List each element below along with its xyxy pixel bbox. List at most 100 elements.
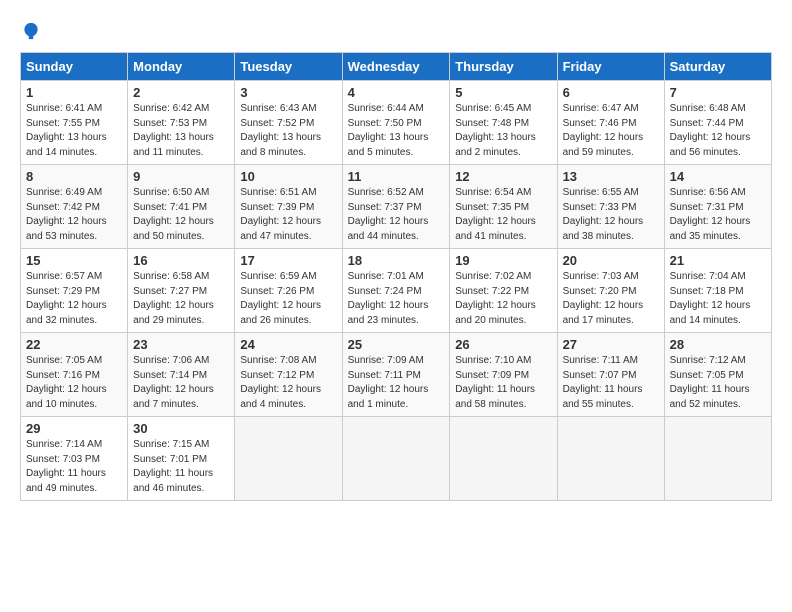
day-number: 12	[455, 169, 551, 184]
day-number: 20	[563, 253, 659, 268]
weekday-header-thursday: Thursday	[450, 53, 557, 81]
day-number: 10	[240, 169, 336, 184]
cell-content: Sunrise: 6:41 AM Sunset: 7:55 PM Dayligh…	[26, 102, 122, 160]
cell-content: Sunrise: 6:55 AM Sunset: 7:33 PM Dayligh…	[563, 186, 659, 244]
calendar-cell	[342, 417, 450, 501]
calendar-cell: 26Sunrise: 7:10 AM Sunset: 7:09 PM Dayli…	[450, 333, 557, 417]
cell-content: Sunrise: 7:12 AM Sunset: 7:05 PM Dayligh…	[670, 354, 766, 412]
calendar: SundayMondayTuesdayWednesdayThursdayFrid…	[20, 52, 772, 501]
cell-content: Sunrise: 6:43 AM Sunset: 7:52 PM Dayligh…	[240, 102, 336, 160]
cell-content: Sunrise: 6:59 AM Sunset: 7:26 PM Dayligh…	[240, 270, 336, 328]
cell-content: Sunrise: 6:56 AM Sunset: 7:31 PM Dayligh…	[670, 186, 766, 244]
cell-content: Sunrise: 6:54 AM Sunset: 7:35 PM Dayligh…	[455, 186, 551, 244]
day-number: 26	[455, 337, 551, 352]
day-number: 19	[455, 253, 551, 268]
day-number: 5	[455, 85, 551, 100]
cell-content: Sunrise: 6:50 AM Sunset: 7:41 PM Dayligh…	[133, 186, 229, 244]
day-number: 21	[670, 253, 766, 268]
calendar-cell: 7 Sunrise: 6:48 AM Sunset: 7:44 PM Daylig…	[664, 81, 771, 165]
day-number: 27	[563, 337, 659, 352]
day-number: 13	[563, 169, 659, 184]
calendar-cell	[235, 417, 342, 501]
cell-content: Sunrise: 6:58 AM Sunset: 7:27 PM Dayligh…	[133, 270, 229, 328]
calendar-cell	[557, 417, 664, 501]
calendar-cell: 21Sunrise: 7:04 AM Sunset: 7:18 PM Dayli…	[664, 249, 771, 333]
calendar-cell: 4 Sunrise: 6:44 AM Sunset: 7:50 PM Daylig…	[342, 81, 450, 165]
day-number: 1	[26, 85, 122, 100]
day-number: 16	[133, 253, 229, 268]
day-number: 30	[133, 421, 229, 436]
cell-content: Sunrise: 7:14 AM Sunset: 7:03 PM Dayligh…	[26, 438, 122, 496]
day-number: 14	[670, 169, 766, 184]
calendar-cell: 3 Sunrise: 6:43 AM Sunset: 7:52 PM Daylig…	[235, 81, 342, 165]
calendar-cell: 9 Sunrise: 6:50 AM Sunset: 7:41 PM Daylig…	[128, 165, 235, 249]
day-number: 25	[348, 337, 445, 352]
calendar-cell: 23 Sunrise: 7:06 AM Sunset: 7:14 PM Dayli…	[128, 333, 235, 417]
cell-content: Sunrise: 6:51 AM Sunset: 7:39 PM Dayligh…	[240, 186, 336, 244]
day-number: 28	[670, 337, 766, 352]
day-number: 15	[26, 253, 122, 268]
calendar-cell: 2 Sunrise: 6:42 AM Sunset: 7:53 PM Daylig…	[128, 81, 235, 165]
weekday-header-tuesday: Tuesday	[235, 53, 342, 81]
day-number: 11	[348, 169, 445, 184]
cell-content: Sunrise: 7:06 AM Sunset: 7:14 PM Dayligh…	[133, 354, 229, 412]
day-number: 4	[348, 85, 445, 100]
logo	[20, 20, 44, 42]
calendar-cell: 11 Sunrise: 6:52 AM Sunset: 7:37 PM Dayli…	[342, 165, 450, 249]
calendar-cell: 27 Sunrise: 7:11 AM Sunset: 7:07 PM Dayli…	[557, 333, 664, 417]
calendar-cell: 25 Sunrise: 7:09 AM Sunset: 7:11 PM Dayli…	[342, 333, 450, 417]
day-number: 6	[563, 85, 659, 100]
day-number: 23	[133, 337, 229, 352]
calendar-cell	[450, 417, 557, 501]
calendar-cell: 12 Sunrise: 6:54 AM Sunset: 7:35 PM Dayli…	[450, 165, 557, 249]
cell-content: Sunrise: 7:01 AM Sunset: 7:24 PM Dayligh…	[348, 270, 445, 328]
calendar-cell: 17 Sunrise: 6:59 AM Sunset: 7:26 PM Dayli…	[235, 249, 342, 333]
day-number: 7	[670, 85, 766, 100]
day-number: 9	[133, 169, 229, 184]
cell-content: Sunrise: 7:09 AM Sunset: 7:11 PM Dayligh…	[348, 354, 445, 412]
cell-content: Sunrise: 6:42 AM Sunset: 7:53 PM Dayligh…	[133, 102, 229, 160]
day-number: 8	[26, 169, 122, 184]
cell-content: Sunrise: 7:15 AM Sunset: 7:01 PM Dayligh…	[133, 438, 229, 496]
calendar-cell: 1 Sunrise: 6:41 AM Sunset: 7:55 PM Daylig…	[21, 81, 128, 165]
calendar-cell: 30 Sunrise: 7:15 AM Sunset: 7:01 PM Dayli…	[128, 417, 235, 501]
calendar-cell: 10 Sunrise: 6:51 AM Sunset: 7:39 PM Dayli…	[235, 165, 342, 249]
cell-content: Sunrise: 7:03 AM Sunset: 7:20 PM Dayligh…	[563, 270, 659, 328]
calendar-cell: 5 Sunrise: 6:45 AM Sunset: 7:48 PM Daylig…	[450, 81, 557, 165]
calendar-cell	[664, 417, 771, 501]
calendar-cell: 18 Sunrise: 7:01 AM Sunset: 7:24 PM Dayli…	[342, 249, 450, 333]
cell-content: Sunrise: 7:08 AM Sunset: 7:12 PM Dayligh…	[240, 354, 336, 412]
cell-content: Sunrise: 6:49 AM Sunset: 7:42 PM Dayligh…	[26, 186, 122, 244]
calendar-cell: 8 Sunrise: 6:49 AM Sunset: 7:42 PM Daylig…	[21, 165, 128, 249]
day-number: 3	[240, 85, 336, 100]
calendar-cell: 22 Sunrise: 7:05 AM Sunset: 7:16 PM Dayli…	[21, 333, 128, 417]
weekday-header-monday: Monday	[128, 53, 235, 81]
cell-content: Sunrise: 6:48 AM Sunset: 7:44 PM Dayligh…	[670, 102, 766, 160]
cell-content: Sunrise: 6:57 AM Sunset: 7:29 PM Dayligh…	[26, 270, 122, 328]
calendar-cell: 13 Sunrise: 6:55 AM Sunset: 7:33 PM Dayli…	[557, 165, 664, 249]
cell-content: Sunrise: 7:11 AM Sunset: 7:07 PM Dayligh…	[563, 354, 659, 412]
day-number: 17	[240, 253, 336, 268]
cell-content: Sunrise: 7:05 AM Sunset: 7:16 PM Dayligh…	[26, 354, 122, 412]
weekday-header-sunday: Sunday	[21, 53, 128, 81]
cell-content: Sunrise: 6:45 AM Sunset: 7:48 PM Dayligh…	[455, 102, 551, 160]
calendar-cell: 24 Sunrise: 7:08 AM Sunset: 7:12 PM Dayli…	[235, 333, 342, 417]
calendar-cell: 29Sunrise: 7:14 AM Sunset: 7:03 PM Dayli…	[21, 417, 128, 501]
day-number: 22	[26, 337, 122, 352]
calendar-cell: 28 Sunrise: 7:12 AM Sunset: 7:05 PM Dayli…	[664, 333, 771, 417]
cell-content: Sunrise: 7:02 AM Sunset: 7:22 PM Dayligh…	[455, 270, 551, 328]
weekday-header-saturday: Saturday	[664, 53, 771, 81]
day-number: 24	[240, 337, 336, 352]
day-number: 18	[348, 253, 445, 268]
cell-content: Sunrise: 6:52 AM Sunset: 7:37 PM Dayligh…	[348, 186, 445, 244]
cell-content: Sunrise: 6:44 AM Sunset: 7:50 PM Dayligh…	[348, 102, 445, 160]
cell-content: Sunrise: 6:47 AM Sunset: 7:46 PM Dayligh…	[563, 102, 659, 160]
calendar-cell: 6 Sunrise: 6:47 AM Sunset: 7:46 PM Daylig…	[557, 81, 664, 165]
weekday-header-friday: Friday	[557, 53, 664, 81]
calendar-cell: 14 Sunrise: 6:56 AM Sunset: 7:31 PM Dayli…	[664, 165, 771, 249]
calendar-cell: 20 Sunrise: 7:03 AM Sunset: 7:20 PM Dayli…	[557, 249, 664, 333]
calendar-cell: 15 Sunrise: 6:57 AM Sunset: 7:29 PM Dayli…	[21, 249, 128, 333]
day-number: 2	[133, 85, 229, 100]
weekday-header-wednesday: Wednesday	[342, 53, 450, 81]
calendar-cell: 19 Sunrise: 7:02 AM Sunset: 7:22 PM Dayli…	[450, 249, 557, 333]
